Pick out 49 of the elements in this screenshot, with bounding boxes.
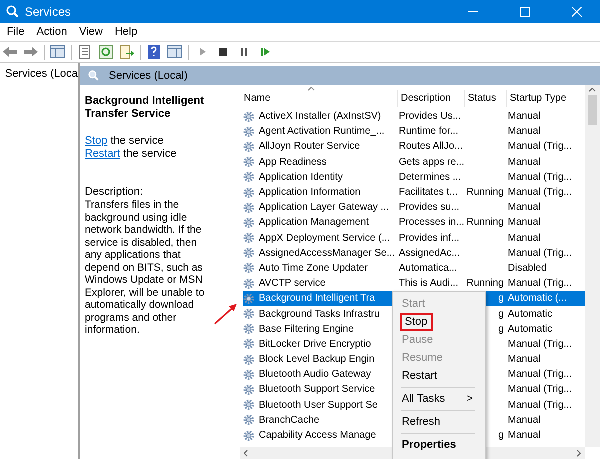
status-cell-text: g [498, 308, 505, 320]
description-cell-text: Processes in... [398, 217, 465, 228]
description-cell-text: Provides su... [398, 202, 460, 214]
description-cell-text: Provides inf... [398, 232, 460, 244]
status-cell-text: g [498, 430, 505, 442]
description-cell-text: Runtime for... [398, 126, 458, 138]
startup-cell-text: Manual (Trig... [507, 278, 572, 290]
startup-cell-text: Manual (Trig... [507, 369, 572, 380]
startup-cell-text: Manual (Trig... [507, 248, 572, 259]
service-title: Background Intelligent Transfer Service [85, 95, 206, 121]
description-label: Description: [85, 186, 144, 199]
startup-cell-text: Manual [507, 126, 541, 138]
status-cell-text: Running [466, 278, 505, 290]
status-cell-text: Running [466, 187, 505, 198]
description-cell-text: Facilitates t... [398, 187, 458, 198]
service-action: Restart the service [85, 148, 178, 161]
service-action: Stop the service [85, 135, 165, 148]
description-cell-text: Routes AllJo... [398, 141, 463, 152]
panel-title: Services (Local) [109, 70, 188, 82]
startup-cell-text: Manual (Trig... [507, 384, 572, 396]
startup-cell-text: Manual [507, 354, 541, 366]
startup-cell-text: Manual [507, 202, 541, 214]
description-cell-text: This is Audi... [398, 278, 458, 290]
startup-cell-text: Manual [507, 111, 541, 122]
startup-cell-text: Manual [507, 217, 541, 228]
startup-cell-text: Manual [507, 430, 541, 442]
startup-cell-text: Manual [507, 232, 541, 244]
description-cell-text: Provides Us... [398, 111, 462, 122]
status-cell-text: g [498, 293, 505, 304]
status-cell-text: g [498, 324, 505, 335]
startup-cell-text: Manual (Trig... [507, 141, 572, 152]
startup-cell-text: Manual (Trig... [507, 400, 572, 411]
description-cell-text: Gets apps re... [398, 156, 465, 168]
startup-cell-text: Automatic [507, 324, 552, 335]
startup-cell-text: Manual [507, 156, 541, 168]
startup-cell-text: Manual (Trig... [507, 172, 572, 183]
description-cell-text: Determines ... [398, 172, 462, 183]
description-cell-text: AssignedAc... [398, 248, 460, 259]
startup-cell-text: Automatic [507, 308, 552, 320]
startup-cell-text: Manual [507, 414, 541, 426]
status-cell-text: Running [466, 217, 505, 228]
submenu-arrow: > [466, 393, 473, 405]
startup-cell-text: Disabled [507, 262, 547, 274]
description-text: Transfers files in the background using idle network bandwidth. If the service is disabled, then any applications that depend on BITS, such as Windows Update or MSN Explorer, will be unable to automatically download programs and other information. [85, 199, 206, 336]
description-cell-text: Automatica... [398, 262, 458, 274]
startup-cell-text: Manual (Trig... [507, 187, 572, 198]
startup-cell-text: Automatic (... [507, 293, 567, 304]
window-title: Services [25, 4, 72, 18]
startup-cell-text: Manual (Trig... [507, 338, 572, 350]
